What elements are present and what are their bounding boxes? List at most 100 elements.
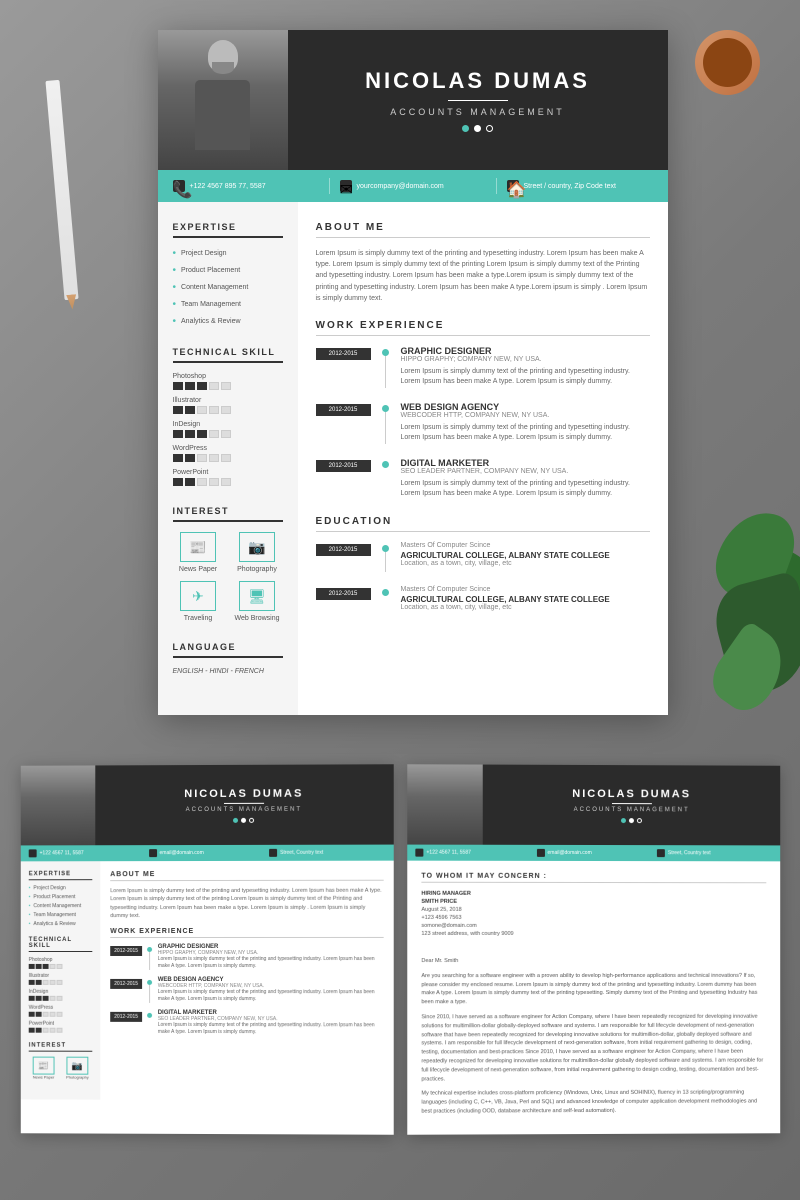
mini-dot-2: [241, 817, 246, 822]
bar: [197, 430, 207, 438]
mini-title-left: ACCOUNTS MANAGEMENT: [186, 806, 303, 812]
mini-addr-icon-r: [656, 849, 664, 857]
job-title-3: DIGITAL MARKETER: [401, 458, 650, 468]
mini-body-left: EXPERTISE Project Design Product Placeme…: [21, 861, 393, 1101]
address-text: Street / country, Zip Code text: [524, 183, 616, 190]
job-company-2: WEBCODER HTTP, COMPANY NEW, NY USA.: [401, 412, 650, 419]
bar-empty: [221, 382, 231, 390]
email-icon: ✉: [340, 180, 352, 192]
resume-title: ACCOUNTS MANAGEMENT: [390, 107, 565, 117]
phone-text: +122 4567 895 77, 5587: [190, 183, 266, 190]
mini-dot-r1: [621, 818, 626, 823]
about-section-title: ABOUT ME: [316, 222, 650, 238]
address-contact: 🏠 Street / country, Zip Code text: [507, 180, 653, 192]
mini-photo-left: [21, 765, 96, 845]
mini-skill-ai: Illustrator: [29, 973, 93, 985]
cover-date: August 25, 2018: [421, 907, 765, 913]
dot-2: [474, 125, 481, 132]
address-icon: 🏠: [507, 180, 519, 192]
edu-title-2: AGRICULTURAL COLLEGE, ALBANY STATE COLLE…: [401, 595, 650, 604]
job-title-2: WEB DESIGN AGENCY: [401, 402, 650, 412]
header-dots: [462, 125, 493, 132]
mini-name-left: NICOLAS DUMAS: [184, 787, 303, 799]
mini-dot-1: [233, 817, 238, 822]
year-badge-2: 2012-2015: [316, 404, 371, 416]
mini-email-icon: [149, 849, 157, 857]
mini-header-left: NICOLAS DUMAS ACCOUNTS MANAGEMENT: [21, 764, 393, 845]
resume-body: EXPERTISE Project Design Product Placeme…: [158, 202, 668, 715]
skill-indesign: InDesign: [173, 421, 283, 438]
skill-powerpoint: PowerPoint: [173, 469, 283, 486]
contact-bar: 📞 +122 4567 895 77, 5587 ✉ yourcompany@d…: [158, 170, 668, 202]
dot-3: [486, 125, 493, 132]
job-company-1: HIPPO GRAPHY; COMPANY NEW, NY USA.: [401, 356, 650, 363]
job-3: 2012-2015 DIGITAL MARKETER SEO LEADER PA…: [316, 458, 650, 500]
profile-photo: [158, 30, 288, 170]
interest-section: INTEREST 📰 News Paper 📷 Phot: [173, 506, 283, 622]
job-2: 2012-2015 WEB DESIGN AGENCY WEBCODER HTT…: [316, 402, 650, 444]
bar-empty: [197, 478, 207, 486]
cover-address: 123 street address, with country 9009: [421, 931, 765, 937]
bar: [173, 454, 183, 462]
mini-phone-icon-r: [415, 849, 423, 857]
interest-grid: 📰 News Paper 📷 Photography: [173, 532, 283, 622]
hiring-manager: HIRING MANAGER: [421, 891, 765, 897]
recipient-name: SMITH PRICE: [421, 899, 765, 905]
expertise-section: EXPERTISE Project Design Product Placeme…: [173, 222, 283, 327]
job-title-1: GRAPHIC DESIGNER: [401, 346, 650, 356]
dot-1: [462, 125, 469, 132]
main-content: ABOUT ME Lorem Ipsum is simply dummy tex…: [298, 202, 668, 715]
bar: [173, 430, 183, 438]
edu-1: 2012-2015 Masters Of Computer Scince AGR…: [316, 542, 650, 572]
edu-dot-2: [382, 589, 389, 596]
year-badge-3: 2012-2015: [316, 460, 371, 472]
interest-web: 🖥 Web Browsing: [232, 581, 283, 622]
mini-dot-r3: [637, 818, 642, 823]
cover-body-2: Since 2010, I have served as a software …: [421, 1013, 765, 1084]
bar: [173, 406, 183, 414]
bar-empty: [221, 430, 231, 438]
resume-sidebar: EXPERTISE Project Design Product Placeme…: [158, 202, 298, 715]
edu-location-2: Location, as a town, city, village, etc: [401, 604, 650, 611]
edu-year-1: 2012-2015: [316, 544, 371, 556]
bar-empty: [209, 478, 219, 486]
mini-skill-wp: WordPress: [29, 1005, 93, 1017]
technical-section: TECHNICAL SKILL Photoshop Illus: [173, 347, 283, 486]
bar: [185, 478, 195, 486]
cover-phone: +123 4596 7563: [421, 915, 765, 921]
timeline-dot-3: [382, 461, 389, 468]
expertise-item-1: Project Design: [173, 248, 283, 259]
year-badge-1: 2012-2015: [316, 348, 371, 360]
cover-salutation: Dear Mr. Smith: [421, 957, 765, 966]
cover-letter-content: TO WHOM IT MAY CONCERN : HIRING MANAGER …: [407, 861, 779, 1135]
bottom-pages: NICOLAS DUMAS ACCOUNTS MANAGEMENT +122 4…: [0, 745, 800, 1154]
bar: [185, 382, 195, 390]
mini-resume-left: NICOLAS DUMAS ACCOUNTS MANAGEMENT +122 4…: [21, 764, 393, 1134]
work-section-title: WORK EXPERIENCE: [316, 320, 650, 336]
bar-empty: [221, 478, 231, 486]
main-resume: NICOLAS DUMAS ACCOUNTS MANAGEMENT 📞 +122…: [158, 30, 668, 715]
edu-subtitle-1: Masters Of Computer Scince: [401, 542, 650, 549]
language-section: LANGUAGE ENGLISH - HINDI - FRENCH: [173, 642, 283, 675]
expertise-title: EXPERTISE: [173, 222, 283, 238]
mini-resume-right: NICOLAS DUMAS ACCOUNTS MANAGEMENT +122 4…: [407, 764, 779, 1134]
mini-title-right: ACCOUNTS MANAGEMENT: [573, 806, 689, 812]
bar-empty: [221, 454, 231, 462]
job-desc-2: Lorem Ipsum is simply dummy text of the …: [401, 423, 650, 444]
expertise-item-2: Product Placement: [173, 265, 283, 276]
work-timeline: 2012-2015 GRAPHIC DESIGNER HIPPO GRAPHY;…: [316, 346, 650, 500]
mini-dot-3: [249, 817, 254, 822]
email-text: yourcompany@domain.com: [357, 183, 444, 190]
bar-empty: [209, 454, 219, 462]
resume-name: NICOLAS DUMAS: [365, 68, 590, 94]
skill-wordpress: WordPress: [173, 445, 283, 462]
edu-subtitle-2: Masters Of Computer Scince: [401, 586, 650, 593]
email-contact: ✉ yourcompany@domain.com: [340, 180, 486, 192]
name-divider: [448, 100, 508, 101]
bar: [173, 382, 183, 390]
cover-body-1: Are you searching for a software enginee…: [421, 972, 765, 1007]
mini-phone-icon: [29, 849, 37, 857]
job-desc-3: Lorem Ipsum is simply dummy text of the …: [401, 479, 650, 500]
bar: [185, 406, 195, 414]
edu-location-1: Location, as a town, city, village, etc: [401, 560, 650, 567]
